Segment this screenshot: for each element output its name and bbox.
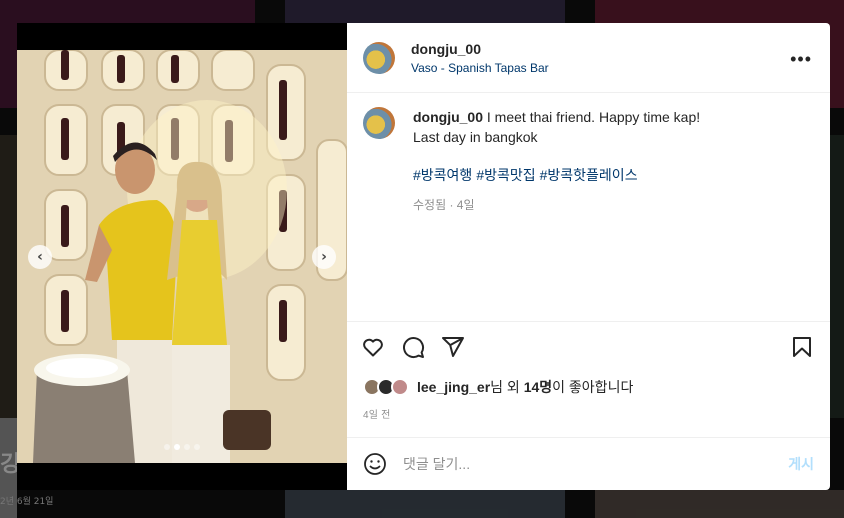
heart-icon[interactable]	[361, 335, 385, 359]
author-username[interactable]: dongju_00	[411, 41, 549, 57]
caption-text: I meet thai friend. Happy time kap!	[486, 109, 701, 125]
feed-date: 2년 6월 21일	[0, 497, 54, 507]
post-media: ‹ ›	[17, 23, 347, 490]
bookmark-icon[interactable]	[790, 335, 814, 359]
chevron-right-icon: ›	[321, 249, 327, 265]
caption-username[interactable]: dongju_00	[413, 109, 483, 125]
caption-section: dongju_00 I meet thai friend. Happy time…	[347, 93, 830, 322]
carousel-dot	[194, 444, 200, 450]
post-header: dongju_00 Vaso - Spanish Tapas Bar •••	[347, 23, 830, 93]
carousel-dot	[164, 444, 170, 450]
caption-meta: 수정됨 · 4일	[413, 198, 475, 212]
carousel-indicator	[17, 444, 347, 450]
hashtag-link[interactable]: #방콕핫플레이스	[540, 165, 638, 185]
post-details-panel: dongju_00 Vaso - Spanish Tapas Bar ••• d…	[347, 23, 830, 490]
carousel-dot-active	[174, 444, 180, 450]
caption-text-line2: Last day in bangkok	[413, 129, 538, 145]
post-modal: ‹ › dongju_00 Vaso - Spanish Tapas Bar •…	[17, 23, 830, 490]
avatar[interactable]	[363, 41, 395, 74]
comment-composer: 게시	[347, 437, 830, 490]
comment-icon[interactable]	[401, 335, 425, 359]
carousel-next-button[interactable]: ›	[312, 245, 336, 269]
liker-username[interactable]: lee_jing_er	[417, 379, 490, 395]
hashtag-list: #방콕여행 #방콕맛집 #방콕핫플레이스	[413, 165, 700, 185]
avatar[interactable]	[363, 107, 395, 139]
hashtag-link[interactable]: #방콕여행	[413, 165, 472, 185]
post-comment-button[interactable]: 게시	[788, 454, 814, 474]
carousel-dot	[184, 444, 190, 450]
emoji-icon[interactable]	[363, 452, 387, 476]
likes-text-end: 이 좋아합니다	[552, 379, 634, 395]
carousel-prev-button[interactable]: ‹	[28, 245, 52, 269]
hashtag-link[interactable]: #방콕맛집	[476, 165, 535, 185]
liker-avatars[interactable]	[363, 378, 409, 396]
chevron-left-icon: ‹	[37, 249, 43, 265]
avatar	[391, 378, 409, 396]
post-photo	[17, 50, 347, 463]
comment-input[interactable]	[403, 456, 789, 472]
action-bar	[347, 322, 830, 372]
likes-summary: lee_jing_er님 외 14명이 좋아합니다	[347, 372, 830, 402]
likes-count[interactable]: 14명	[524, 379, 552, 395]
post-timestamp[interactable]: 4일 전	[347, 402, 830, 425]
more-options-icon[interactable]: •••	[790, 50, 812, 68]
likes-text: 님 외	[490, 379, 524, 395]
post-location[interactable]: Vaso - Spanish Tapas Bar	[411, 61, 549, 75]
share-icon[interactable]	[441, 335, 465, 359]
